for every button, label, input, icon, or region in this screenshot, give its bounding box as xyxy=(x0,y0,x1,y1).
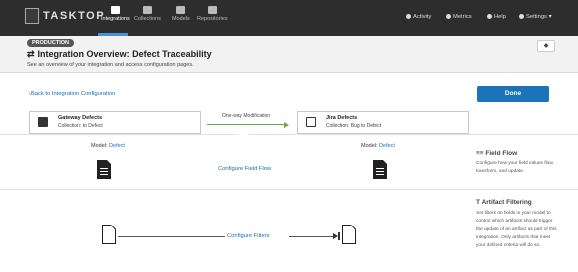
repositories-icon xyxy=(207,6,217,14)
source-collection-name: Collection: to Defect xyxy=(58,123,103,129)
filter-icon: T xyxy=(476,199,480,206)
document-line xyxy=(376,174,384,175)
logo-text: TASKTOP xyxy=(43,10,106,22)
gateway-repository-icon xyxy=(38,117,48,127)
flow-direction-line xyxy=(207,124,287,125)
right-model-label: Model: Defect xyxy=(361,143,395,149)
environment-badge: PRODUCTION xyxy=(27,39,74,47)
back-to-configuration-link[interactable]: ‹Back to Integration Configuration xyxy=(29,91,115,97)
nav-models-label: Models xyxy=(172,16,190,22)
filter-stop-icon xyxy=(338,232,340,240)
pin-icon: ◆ xyxy=(543,43,549,49)
metrics-icon xyxy=(446,14,451,19)
artifact-filtering-description: Set filters on fields in your model to c… xyxy=(476,211,557,248)
collections-icon xyxy=(142,6,152,14)
page-title-text: Integration Overview: Defect Traceabilit… xyxy=(37,49,212,59)
nav-integrations[interactable]: Integrations xyxy=(101,6,130,22)
right-model-link[interactable]: Defect xyxy=(379,143,395,149)
nav-activity[interactable]: Activity xyxy=(406,14,431,20)
jira-repository-icon xyxy=(306,117,316,127)
tasktop-logo[interactable]: TASKTOP xyxy=(25,8,104,24)
source-repository-name: Gateway Defects xyxy=(58,115,103,121)
nav-metrics-label: Metrics xyxy=(453,14,472,20)
pointer-notch xyxy=(237,134,249,140)
field-flow-icon: ≡≡ xyxy=(476,150,484,157)
configure-filters-link[interactable]: Configure Filters xyxy=(227,233,270,239)
arrow-right-icon xyxy=(284,121,289,128)
models-icon xyxy=(176,6,186,14)
document-fold xyxy=(107,160,111,164)
integrations-icon xyxy=(110,6,120,14)
nav-repositories[interactable]: Repositories xyxy=(197,6,228,22)
source-repository-box[interactable]: Gateway Defects Collection: to Defect xyxy=(29,111,201,134)
nav-help-label: Help xyxy=(494,14,506,20)
integration-icon: ⇄ xyxy=(27,49,35,59)
field-flow-description: Configure how your field values flow, tr… xyxy=(476,161,554,174)
document-line xyxy=(376,171,384,172)
nav-settings-label: Settings xyxy=(526,14,547,20)
page-title: ⇄ Integration Overview: Defect Traceabili… xyxy=(27,49,212,60)
target-document-outline-icon xyxy=(342,225,357,244)
document-fold xyxy=(383,160,387,164)
nav-collections-label: Collections xyxy=(134,16,161,22)
source-document-icon xyxy=(97,160,111,179)
field-flow-title-text: Field Flow xyxy=(485,150,518,157)
configure-field-flow-link[interactable]: Configure Field Flow xyxy=(218,166,271,172)
nav-activity-label: Activity xyxy=(413,14,432,20)
target-document-icon xyxy=(373,160,387,179)
top-nav-bar: TASKTOP Integrations Collections Models … xyxy=(0,0,578,36)
logo-mark-icon xyxy=(25,8,39,24)
done-button[interactable]: Done xyxy=(477,86,549,102)
right-model-prefix: Model: xyxy=(361,143,380,149)
document-line xyxy=(376,168,384,169)
source-document-outline-icon xyxy=(102,225,117,244)
document-line xyxy=(100,174,108,175)
artifact-filtering-title-text: Artifact Filtering xyxy=(481,199,532,206)
section-divider xyxy=(0,134,578,135)
target-collection-name: Collection: Bug to Defect xyxy=(326,123,382,129)
artifact-filtering-title: T Artifact Filtering xyxy=(476,199,532,206)
section-divider xyxy=(0,189,578,190)
nav-settings[interactable]: Settings ▾ xyxy=(519,14,552,20)
flow-direction-label: One-way Modification xyxy=(222,113,271,119)
left-model-label: Model: Defect xyxy=(91,143,125,149)
back-link-label: Back to Integration Configuration xyxy=(30,91,116,97)
gear-icon xyxy=(519,14,524,19)
bell-icon xyxy=(406,14,411,19)
nav-metrics[interactable]: Metrics xyxy=(446,14,472,20)
nav-collections[interactable]: Collections xyxy=(134,6,161,22)
left-model-link[interactable]: Defect xyxy=(109,143,125,149)
nav-repositories-label: Repositories xyxy=(197,16,228,22)
left-model-prefix: Model: xyxy=(91,143,110,149)
nav-help[interactable]: Help xyxy=(487,14,506,20)
nav-integrations-label: Integrations xyxy=(101,16,130,22)
filter-line-right xyxy=(289,236,335,237)
target-repository-name: Jira Defects xyxy=(326,115,358,121)
field-flow-title: ≡≡ Field Flow xyxy=(476,150,517,157)
target-repository-box[interactable]: Jira Defects Collection: Bug to Defect xyxy=(297,111,469,134)
nav-models[interactable]: Models xyxy=(172,6,190,22)
filter-line-left xyxy=(118,236,225,237)
document-line xyxy=(100,168,108,169)
document-line xyxy=(100,171,108,172)
pin-button[interactable]: ◆ xyxy=(537,40,555,52)
chevron-down-icon: ▾ xyxy=(548,14,552,20)
help-icon xyxy=(487,14,492,19)
page-subtitle: See an overview of your integration and … xyxy=(27,62,194,68)
